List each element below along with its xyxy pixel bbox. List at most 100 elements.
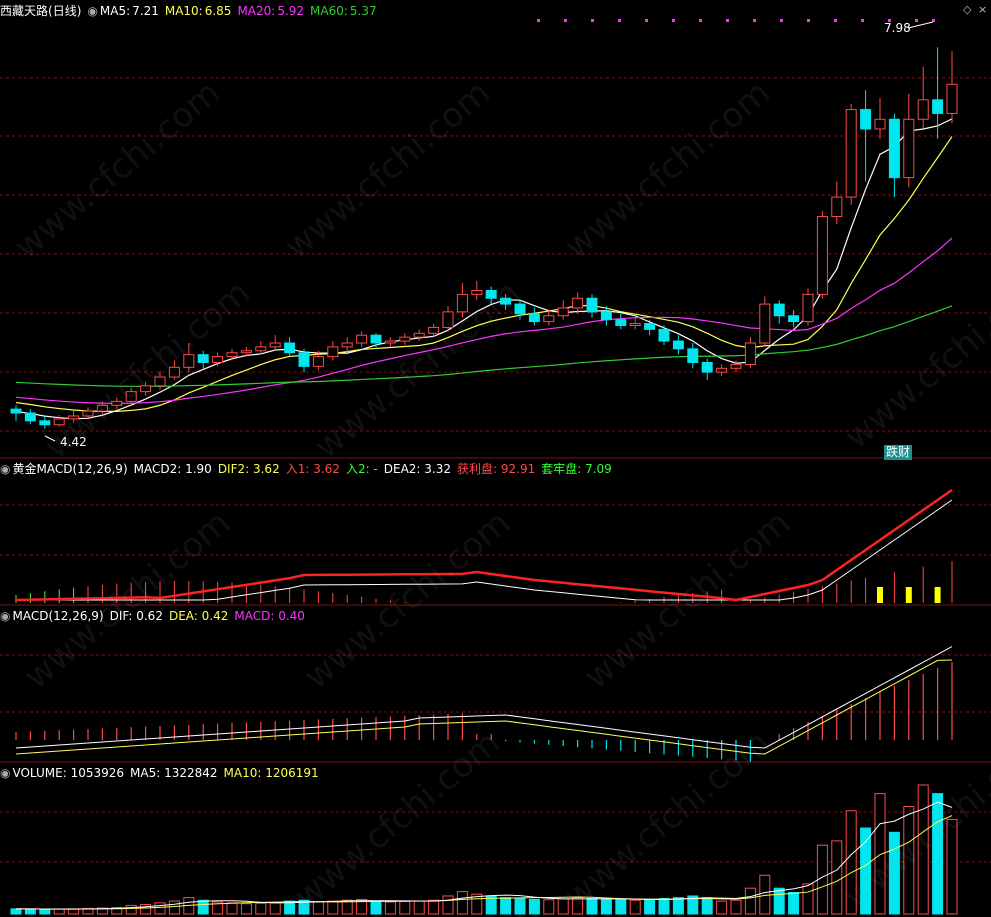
volume-bar	[615, 899, 627, 915]
candle-body	[269, 342, 281, 348]
ma5-value: 7.21	[132, 4, 159, 18]
candle-body	[528, 313, 540, 323]
signal-dot	[915, 19, 918, 22]
macd-header: ◉ MACD(12,26,9) DIF: 0.62 DEA: 0.42 MACD: 0.…	[0, 608, 311, 624]
signal-dot	[564, 19, 567, 22]
gold-macd-toggle-icon[interactable]: ◉	[0, 462, 10, 476]
signal-dot	[861, 19, 864, 22]
diamond-icon[interactable]: ◇	[963, 3, 971, 16]
volume-bar	[226, 902, 238, 915]
volume-bar	[716, 900, 728, 915]
volume-bar	[644, 898, 656, 915]
volume-ma5: MA5: 1322842	[130, 766, 218, 780]
candle-body	[701, 361, 713, 373]
signal-dot	[834, 19, 837, 22]
candle-body	[831, 196, 843, 218]
macd-dea: DEA: 0.42	[168, 609, 229, 623]
candle-body	[312, 356, 324, 367]
ma20-value: 5.92	[277, 4, 305, 18]
volume-bar	[773, 887, 785, 915]
ma10-value: 6.85	[204, 4, 232, 18]
candle-body	[543, 315, 555, 323]
volume-bar	[240, 903, 252, 915]
candle-body	[341, 342, 353, 348]
signal-dot	[753, 19, 756, 22]
gold-dif2: DIF2: 3.62	[217, 462, 280, 476]
macd-toggle-icon[interactable]: ◉	[0, 609, 10, 623]
volume-bar	[514, 898, 526, 915]
candle-body	[10, 408, 22, 414]
volume-toggle-icon[interactable]: ◉	[0, 766, 10, 780]
volume-bar	[428, 899, 440, 915]
gold-bar-yellow	[877, 587, 883, 603]
volume-bar	[658, 898, 670, 915]
volume-bar	[125, 904, 137, 915]
volume-bar	[788, 892, 800, 915]
candle-body	[615, 319, 627, 326]
volume-bar	[557, 898, 569, 915]
candle-body	[917, 99, 929, 120]
candle-body	[888, 118, 900, 179]
candle-body	[802, 293, 814, 323]
gold-macd2: MACD2: 1.90	[133, 462, 212, 476]
candle-body	[845, 109, 857, 198]
candle-body	[327, 346, 339, 358]
candle-body	[284, 342, 296, 354]
volume-bar	[140, 904, 152, 915]
volume-bar	[528, 898, 540, 915]
ma10-label: MA10:	[164, 4, 203, 18]
volume-bar	[384, 901, 396, 915]
candle-body	[255, 346, 267, 352]
candle-body	[298, 352, 310, 367]
ma60-value: 5.37	[349, 4, 377, 18]
signal-dot	[780, 19, 783, 22]
signal-dot	[618, 19, 621, 22]
volume-bar	[53, 908, 65, 915]
volume-bar	[197, 899, 209, 915]
ma-toggle-icon[interactable]: ◉	[87, 4, 97, 18]
candle-body	[240, 350, 252, 354]
candle-body	[816, 216, 828, 295]
volume-header: ◉ VOLUME: 1053926 MA5: 1322842 MA10: 120619…	[0, 765, 325, 781]
period-label: (日线)	[48, 4, 82, 18]
gold-in2: 入2: -	[345, 462, 378, 476]
candle-body	[370, 334, 382, 344]
main-panel-header: 西藏天路(日线) ◉ MA5: 7.21 MA10: 6.85 MA20: 5.92 MA60:…	[0, 3, 383, 19]
volume-bar	[802, 883, 814, 915]
volume-bar	[456, 891, 468, 915]
candle-body	[716, 367, 728, 373]
high-arrow	[907, 21, 934, 29]
candle-body	[773, 303, 785, 317]
candle-body	[629, 323, 641, 326]
volume-bar	[154, 902, 166, 915]
volume-bar	[600, 898, 612, 915]
candle-body	[226, 352, 238, 358]
volume-value: VOLUME: 1053926	[12, 766, 125, 780]
candle-body	[903, 118, 915, 179]
event-tag[interactable]: 跌财	[884, 445, 913, 460]
volume-bar	[672, 897, 684, 915]
volume-bar	[168, 900, 180, 915]
gold-trapped: 套牢盘: 7.09	[541, 462, 612, 476]
volume-bar	[744, 887, 756, 915]
volume-ma10: MA10: 1206191	[223, 766, 319, 780]
signal-dot	[645, 19, 648, 22]
macd-macd: MACD: 0.40	[234, 609, 305, 623]
volume-bar	[269, 902, 281, 915]
candle-body	[557, 307, 569, 317]
volume-bar	[701, 897, 713, 915]
candle-body	[946, 83, 958, 114]
volume-bar	[10, 908, 22, 915]
ma5-label: MA5:	[99, 4, 131, 18]
candle-body	[658, 328, 670, 342]
volume-bar	[629, 899, 641, 915]
gold-bar-yellow	[905, 587, 912, 603]
close-icon[interactable]: ×	[978, 3, 987, 16]
signal-dot	[591, 19, 594, 22]
candle-body	[687, 348, 699, 363]
ma20-label: MA20:	[237, 4, 276, 18]
signal-dot	[699, 19, 702, 22]
candle-body	[672, 340, 684, 350]
candle-body	[759, 303, 771, 344]
ma60-label: MA60:	[310, 4, 348, 18]
